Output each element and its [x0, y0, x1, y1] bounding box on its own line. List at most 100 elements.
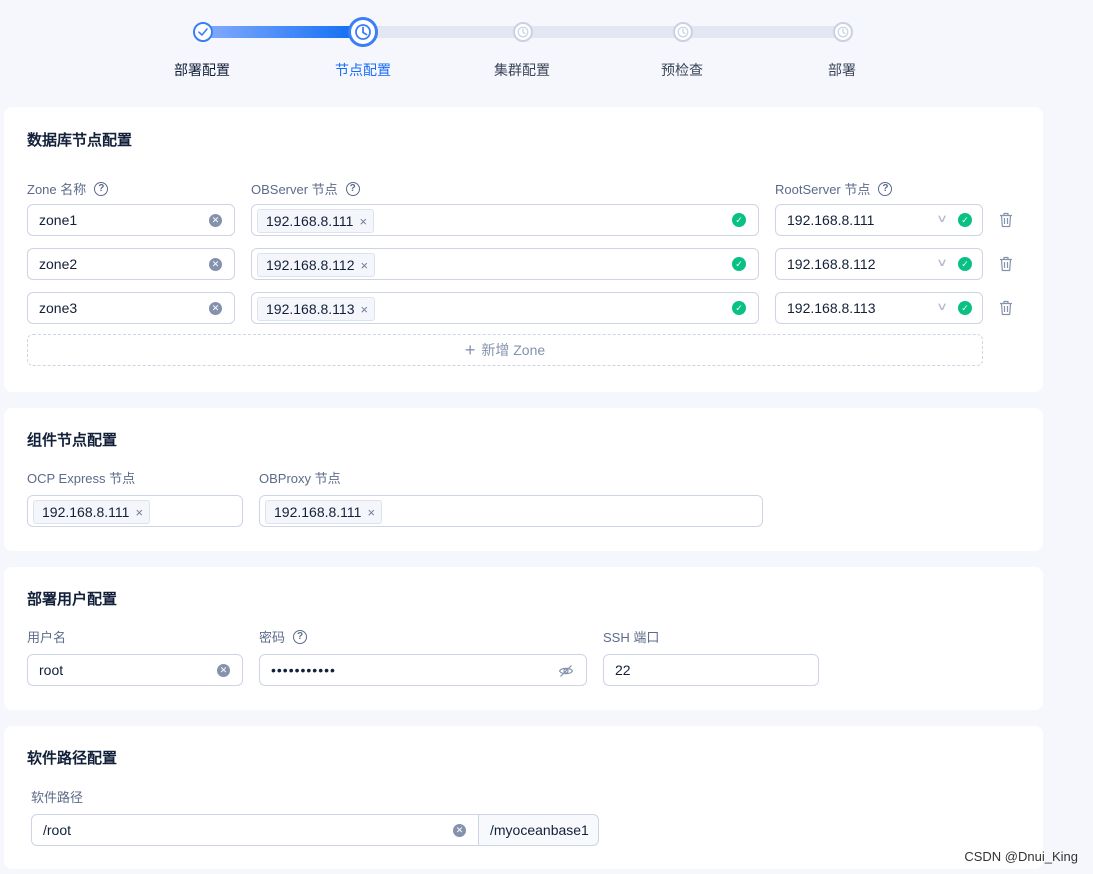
tag-close-icon[interactable]: × [361, 258, 369, 273]
clear-icon[interactable]: ✕ [209, 214, 222, 227]
step-line-pending [363, 26, 844, 38]
software-path-label: 软件路径 [31, 787, 83, 806]
step-label-node-config: 节点配置 [335, 62, 391, 78]
tag-close-icon[interactable]: × [367, 505, 375, 520]
observer-label: OBServer 节点 ? [251, 179, 360, 198]
tag-close-icon[interactable]: × [135, 505, 143, 520]
rootserver-value: 192.168.8.112 [787, 256, 876, 272]
username-label-text: 用户名 [27, 630, 67, 645]
software-path-label-text: 软件路径 [31, 790, 84, 805]
ocp-express-label-text: OCP Express 节点 [27, 471, 136, 486]
ip-tag: 192.168.8.111 × [265, 500, 383, 524]
clear-icon[interactable]: ✕ [217, 664, 230, 677]
help-icon[interactable]: ? [345, 181, 360, 196]
software-path-input[interactable]: /root ✕ [31, 814, 479, 846]
chevron-down-icon: ∨ [935, 301, 949, 313]
check-circle-icon: ✓ [732, 301, 746, 315]
rootserver-select[interactable]: 192.168.8.113 ∨ ✓ [775, 292, 983, 324]
rootserver-select[interactable]: 192.168.8.111 ∨ ✓ [775, 204, 983, 236]
delete-icon[interactable] [999, 212, 1013, 228]
zone-name-input[interactable]: zone3 ✕ [27, 292, 235, 324]
step-line-completed [211, 26, 363, 38]
step-2-clock-icon [348, 17, 378, 47]
clear-icon[interactable]: ✕ [209, 302, 222, 315]
ssh-port-input[interactable]: 22 [603, 654, 819, 686]
zone-name-value: zone3 [39, 300, 78, 316]
observer-select[interactable]: 192.168.8.112 × ✓ [251, 248, 759, 280]
obproxy-select[interactable]: 192.168.8.111 × [259, 495, 763, 527]
ssh-port-label: SSH 端口 [603, 627, 659, 646]
tag-label: 192.168.8.113 [266, 301, 355, 317]
observer-label-text: OBServer 节点 [251, 182, 338, 197]
add-zone-label: 新增 Zone [481, 342, 546, 358]
chevron-down-icon: ∨ [935, 257, 949, 269]
check-circle-icon: ✓ [958, 257, 972, 271]
eye-off-icon[interactable] [558, 663, 574, 679]
help-icon[interactable]: ? [94, 181, 109, 196]
software-path-suffix: /myoceanbase1 [479, 814, 599, 846]
step-1-check-icon [193, 22, 213, 42]
tag-label: 192.168.8.111 [266, 213, 354, 229]
rootserver-label: RootServer 节点 ? [775, 179, 893, 198]
tag-close-icon[interactable]: × [361, 302, 369, 317]
clear-icon[interactable]: ✕ [453, 824, 466, 837]
watermark: CSDN @Dnui_King [964, 849, 1078, 864]
tag-label: 192.168.8.112 [266, 257, 355, 273]
rootserver-value: 192.168.8.111 [787, 212, 875, 228]
rootserver-select[interactable]: 192.168.8.112 ∨ ✓ [775, 248, 983, 280]
ip-tag: 192.168.8.111 × [257, 209, 375, 233]
password-label: 密码 ? [259, 627, 308, 646]
delete-icon[interactable] [999, 300, 1013, 316]
zone-name-input[interactable]: zone1 ✕ [27, 204, 235, 236]
add-zone-button[interactable]: + 新增 Zone [27, 334, 983, 366]
zone-name-input[interactable]: zone2 ✕ [27, 248, 235, 280]
zone-name-value: zone2 [39, 256, 78, 272]
clear-icon[interactable]: ✕ [209, 258, 222, 271]
software-path-config-card: 软件路径配置 软件路径 /root ✕ /myoceanbase1 [4, 726, 1043, 869]
check-circle-icon: ✓ [958, 301, 972, 315]
ssh-port-label-text: SSH 端口 [603, 630, 660, 645]
rootserver-value: 192.168.8.113 [787, 300, 876, 316]
ssh-port-value: 22 [615, 662, 631, 678]
db-node-config-card: 数据库节点配置 Zone 名称 ? OBServer 节点 ? RootServ… [4, 107, 1043, 392]
ocp-express-select[interactable]: 192.168.8.111 × [27, 495, 243, 527]
tag-label: 192.168.8.111 [42, 504, 130, 520]
password-label-text: 密码 [259, 630, 286, 645]
ip-tag: 192.168.8.113 × [257, 297, 376, 321]
password-input[interactable]: ••••••••••• [259, 654, 587, 686]
software-path-suffix-text: /myoceanbase1 [490, 822, 589, 838]
check-circle-icon: ✓ [732, 213, 746, 227]
ocp-express-label: OCP Express 节点 [27, 468, 135, 487]
username-label: 用户名 [27, 627, 66, 646]
obproxy-label-text: OBProxy 节点 [259, 471, 341, 486]
help-icon[interactable]: ? [878, 181, 893, 196]
observer-select[interactable]: 192.168.8.113 × ✓ [251, 292, 759, 324]
zone-name-value: zone1 [39, 212, 78, 228]
username-value: root [39, 662, 64, 678]
software-path-value: /root [43, 822, 72, 838]
check-circle-icon: ✓ [958, 213, 972, 227]
card-title: 软件路径配置 [27, 750, 118, 767]
step-label-deploy-config: 部署配置 [174, 62, 230, 78]
card-title: 部署用户配置 [27, 591, 118, 608]
component-node-config-card: 组件节点配置 OCP Express 节点 OBProxy 节点 192.168… [4, 408, 1043, 551]
rootserver-label-text: RootServer 节点 [775, 182, 871, 197]
tag-label: 192.168.8.111 [274, 504, 362, 520]
obproxy-label: OBProxy 节点 [259, 468, 341, 487]
observer-select[interactable]: 192.168.8.111 × ✓ [251, 204, 759, 236]
card-title: 数据库节点配置 [27, 132, 133, 149]
zone-name-label-text: Zone 名称 [27, 182, 87, 197]
ip-tag: 192.168.8.111 × [33, 500, 151, 524]
deploy-user-config-card: 部署用户配置 用户名 密码 ? SSH 端口 root ✕ ••••••••••… [4, 567, 1043, 710]
progress-stepper: 部署配置 节点配置 集群配置 预检查 部署 [0, 0, 1093, 100]
chevron-down-icon: ∨ [935, 213, 949, 225]
plus-icon: + [464, 340, 476, 360]
help-icon[interactable]: ? [293, 629, 308, 644]
step-label-deploy: 部署 [828, 62, 856, 78]
username-input[interactable]: root ✕ [27, 654, 243, 686]
check-circle-icon: ✓ [732, 257, 746, 271]
step-3-clock-icon [513, 22, 533, 42]
delete-icon[interactable] [999, 256, 1013, 272]
step-5-clock-icon [833, 22, 853, 42]
tag-close-icon[interactable]: × [359, 214, 367, 229]
